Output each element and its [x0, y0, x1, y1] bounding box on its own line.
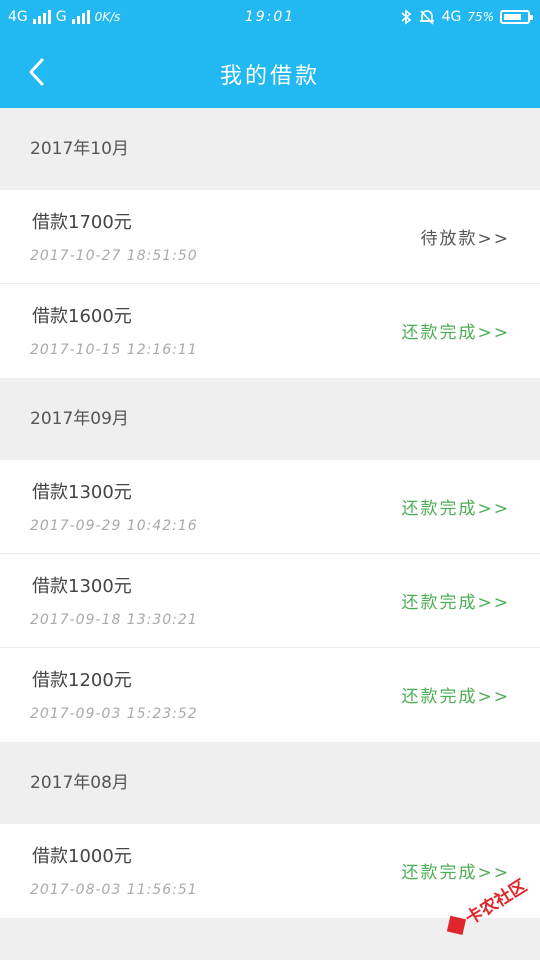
battery-percent: 75%	[467, 10, 494, 24]
loan-row[interactable]: 借款1700元 2017-10-27 18:51:50 待放款>>	[0, 190, 540, 284]
loan-status-link[interactable]: 还款完成>>	[402, 588, 511, 613]
loan-status-link[interactable]: 还款完成>>	[402, 318, 511, 343]
loan-status-link[interactable]: 还款完成>>	[402, 858, 511, 883]
bluetooth-icon	[401, 9, 411, 25]
loan-row[interactable]: 借款1600元 2017-10-15 12:16:11 还款完成>>	[0, 284, 540, 378]
alarm-muted-icon	[419, 10, 434, 25]
loan-list: 2017年10月 借款1700元 2017-10-27 18:51:50 待放款…	[0, 108, 540, 918]
loan-row[interactable]: 借款1300元 2017-09-29 10:42:16 还款完成>>	[0, 460, 540, 554]
loan-time: 2017-09-18 13:30:21	[30, 612, 198, 628]
month-header: 2017年08月	[0, 742, 540, 824]
loan-amount: 借款1300元	[32, 482, 132, 503]
status-bar: 4G G 0K/s 19:01 4G 75%	[0, 0, 540, 36]
loan-row[interactable]: 借款1200元 2017-09-03 15:23:52 还款完成>>	[0, 648, 540, 742]
loan-status-link[interactable]: 还款完成>>	[402, 494, 511, 519]
loan-amount: 借款1700元	[32, 212, 132, 233]
loan-status-link[interactable]: 待放款>>	[421, 224, 511, 249]
loan-amount: 借款1200元	[32, 670, 132, 691]
nav-bar: 我的借款	[0, 36, 540, 108]
month-header: 2017年10月	[0, 108, 540, 190]
loan-time: 2017-08-03 11:56:51	[30, 882, 198, 898]
loan-amount: 借款1600元	[32, 306, 132, 327]
loan-time: 2017-09-29 10:42:16	[30, 518, 198, 534]
battery-icon	[500, 10, 533, 24]
loan-time: 2017-09-03 15:23:52	[30, 706, 198, 722]
loan-row[interactable]: 借款1300元 2017-09-18 13:30:21 还款完成>>	[0, 554, 540, 648]
loan-status-link[interactable]: 还款完成>>	[402, 682, 511, 707]
page-title: 我的借款	[219, 64, 320, 89]
loan-time: 2017-10-15 12:16:11	[30, 342, 198, 358]
network-label-3: 4G	[441, 9, 462, 25]
loan-row[interactable]: 借款1000元 2017-08-03 11:56:51 还款完成>>	[0, 824, 540, 918]
loan-time: 2017-10-27 18:51:50	[30, 248, 198, 264]
month-header: 2017年09月	[0, 378, 540, 460]
status-right: 4G 75%	[400, 9, 533, 25]
loan-amount: 借款1300元	[32, 576, 132, 597]
loan-amount: 借款1000元	[32, 846, 132, 867]
